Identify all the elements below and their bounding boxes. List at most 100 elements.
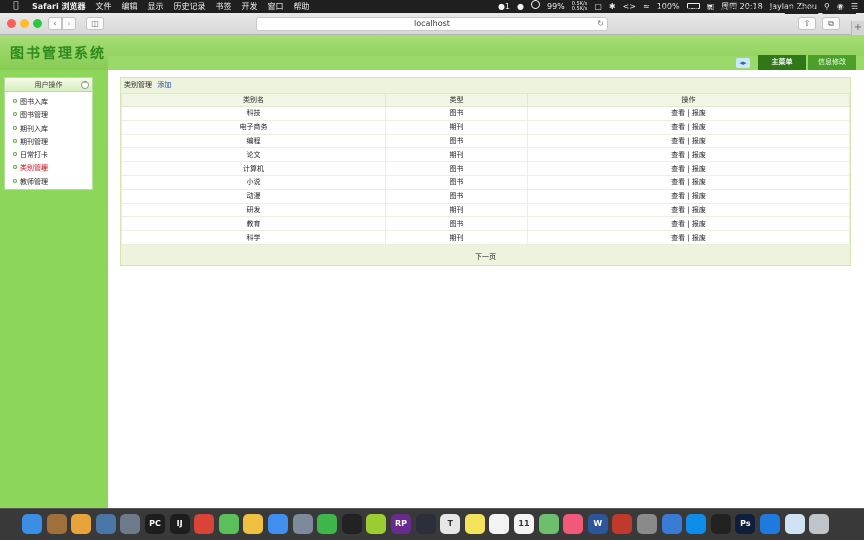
xcode-tools-icon[interactable] xyxy=(292,514,313,534)
music-icon[interactable] xyxy=(563,514,584,534)
view-link[interactable]: 查看 xyxy=(671,109,685,117)
category-name-cell: 教育 xyxy=(121,216,386,232)
notes-book-icon[interactable] xyxy=(46,514,67,534)
sidebar-item-daily-checkin[interactable]: 日常打卡 xyxy=(5,149,92,162)
downloads-folder-icon[interactable] xyxy=(784,514,805,534)
actions-cell: 查看 | 报废 xyxy=(527,119,850,135)
sidebar-title: 用户操作 ⌃ xyxy=(5,78,92,92)
safari-icon[interactable] xyxy=(268,514,288,534)
sidebar-item-teacher-manage[interactable]: 教师管理 xyxy=(5,176,92,189)
view-link[interactable]: 查看 xyxy=(671,234,685,242)
sidebar-item-book-manage[interactable]: 图书管理 xyxy=(5,109,92,122)
green-app-icon[interactable] xyxy=(366,514,387,534)
close-window-button[interactable] xyxy=(7,19,16,28)
actions-cell: 查看 | 报废 xyxy=(527,202,850,218)
calendar-icon[interactable]: 11 xyxy=(514,514,534,534)
leaf-app-icon[interactable] xyxy=(218,514,239,534)
reminders-icon[interactable] xyxy=(489,514,510,534)
bullet-icon xyxy=(13,178,17,183)
logout-link[interactable]: [注销退出] xyxy=(823,6,856,14)
forward-button[interactable]: › xyxy=(62,17,76,30)
edge-icon[interactable] xyxy=(760,514,780,534)
view-link[interactable]: 查看 xyxy=(671,206,685,214)
op-separator: | xyxy=(687,164,690,173)
view-link[interactable]: 查看 xyxy=(671,178,685,186)
tab-info-edit[interactable]: 信息修改 xyxy=(808,55,856,70)
chrome-icon[interactable] xyxy=(194,514,215,534)
maximize-window-button[interactable] xyxy=(33,19,42,28)
sidebar-item-journal-manage[interactable]: 期刊管理 xyxy=(5,136,92,149)
back-button[interactable]: ‹ xyxy=(48,17,62,30)
view-link[interactable]: 查看 xyxy=(671,220,685,228)
url-text: localhost xyxy=(414,19,450,28)
sidebar-item-journal-stock-in[interactable]: 期刊入库 xyxy=(5,123,92,136)
photoshop-icon[interactable]: Ps xyxy=(735,514,756,534)
axure-rp-icon[interactable]: RP xyxy=(391,514,411,534)
preview-icon[interactable] xyxy=(95,514,116,534)
stickies-icon[interactable] xyxy=(464,514,485,534)
table-row: 科技 图书 查看 | 报废 xyxy=(121,106,850,121)
launchpad-icon[interactable] xyxy=(120,514,141,534)
intellij-icon[interactable]: IJ xyxy=(169,514,190,534)
category-name-cell: 编程 xyxy=(121,133,386,149)
filezilla-icon[interactable] xyxy=(612,514,633,534)
pycharm-icon[interactable]: PC xyxy=(145,514,165,534)
view-link[interactable]: 查看 xyxy=(671,137,685,145)
view-link[interactable]: 查看 xyxy=(671,123,685,131)
category-type-cell: 图书 xyxy=(385,216,528,232)
add-category-link[interactable]: 添加 xyxy=(157,81,171,89)
view-link[interactable]: 查看 xyxy=(671,192,685,200)
table-header-row: 类别名 类型 操作 xyxy=(121,93,850,107)
share-button[interactable]: ⇧ xyxy=(798,17,816,30)
next-page-link[interactable]: 下一页 xyxy=(475,253,496,261)
table-row: 科学 期刊 查看 | 报废 xyxy=(121,230,850,245)
delete-link[interactable]: 报废 xyxy=(692,151,706,159)
photos-icon[interactable] xyxy=(71,514,92,534)
actions-cell: 查看 | 报废 xyxy=(527,147,850,163)
new-tab-button[interactable]: + xyxy=(851,21,864,35)
delete-link[interactable]: 报废 xyxy=(692,123,706,131)
baidu-netdisk-icon[interactable] xyxy=(661,514,682,534)
chicken-app-icon[interactable] xyxy=(243,514,264,534)
minimize-window-button[interactable] xyxy=(20,19,29,28)
category-name-cell: 科技 xyxy=(121,106,386,121)
maps-icon[interactable] xyxy=(538,514,559,534)
signin-link[interactable]: [我要签到] xyxy=(785,6,818,14)
trash-icon[interactable] xyxy=(809,514,830,534)
wechat-icon[interactable] xyxy=(317,514,338,534)
finder-icon[interactable] xyxy=(22,514,42,534)
sidebar-toggle-button[interactable]: ◫ xyxy=(86,17,104,30)
app-menu[interactable]: Safari 浏览器 xyxy=(32,0,86,13)
delete-link[interactable]: 报废 xyxy=(692,137,706,145)
view-link[interactable]: 查看 xyxy=(671,165,685,173)
tab-main-menu[interactable]: 主菜单 xyxy=(758,55,806,70)
delete-link[interactable]: 报废 xyxy=(692,234,706,242)
collapse-icon[interactable]: ⌃ xyxy=(81,81,89,89)
delete-link[interactable]: 报废 xyxy=(692,220,706,228)
sidebar-item-category-manage[interactable]: 类别管理 xyxy=(5,162,92,175)
view-link[interactable]: 查看 xyxy=(671,151,685,159)
delete-link[interactable]: 报废 xyxy=(692,109,706,117)
teamviewer-icon[interactable] xyxy=(686,514,707,534)
textedit-icon[interactable]: T xyxy=(440,514,461,534)
delete-link[interactable]: 报废 xyxy=(692,206,706,214)
qq-icon[interactable] xyxy=(341,514,362,534)
apple-icon[interactable]:  xyxy=(10,0,22,13)
qq-2-icon[interactable] xyxy=(710,514,731,534)
nav-toggle-icon[interactable]: ◂▸ xyxy=(736,58,750,68)
sidebar-item-label: 期刊入库 xyxy=(20,124,48,133)
op-separator: | xyxy=(687,178,690,187)
show-tabs-button[interactable]: ⧉ xyxy=(822,17,840,30)
delete-link[interactable]: 报废 xyxy=(692,178,706,186)
category-type-cell: 图书 xyxy=(385,161,528,176)
sidebar-item-book-stock-in[interactable]: 图书入库 xyxy=(5,96,92,109)
bullet-icon xyxy=(13,99,17,103)
category-type-cell: 期刊 xyxy=(385,202,528,218)
system-preferences-icon[interactable] xyxy=(637,514,657,534)
word-icon[interactable]: W xyxy=(587,514,608,534)
address-bar[interactable]: localhost ↻ xyxy=(256,17,608,31)
delete-link[interactable]: 报废 xyxy=(692,165,706,173)
delete-link[interactable]: 报废 xyxy=(692,192,706,200)
reload-icon[interactable]: ↻ xyxy=(597,18,604,30)
electron-app-icon[interactable] xyxy=(415,514,436,534)
